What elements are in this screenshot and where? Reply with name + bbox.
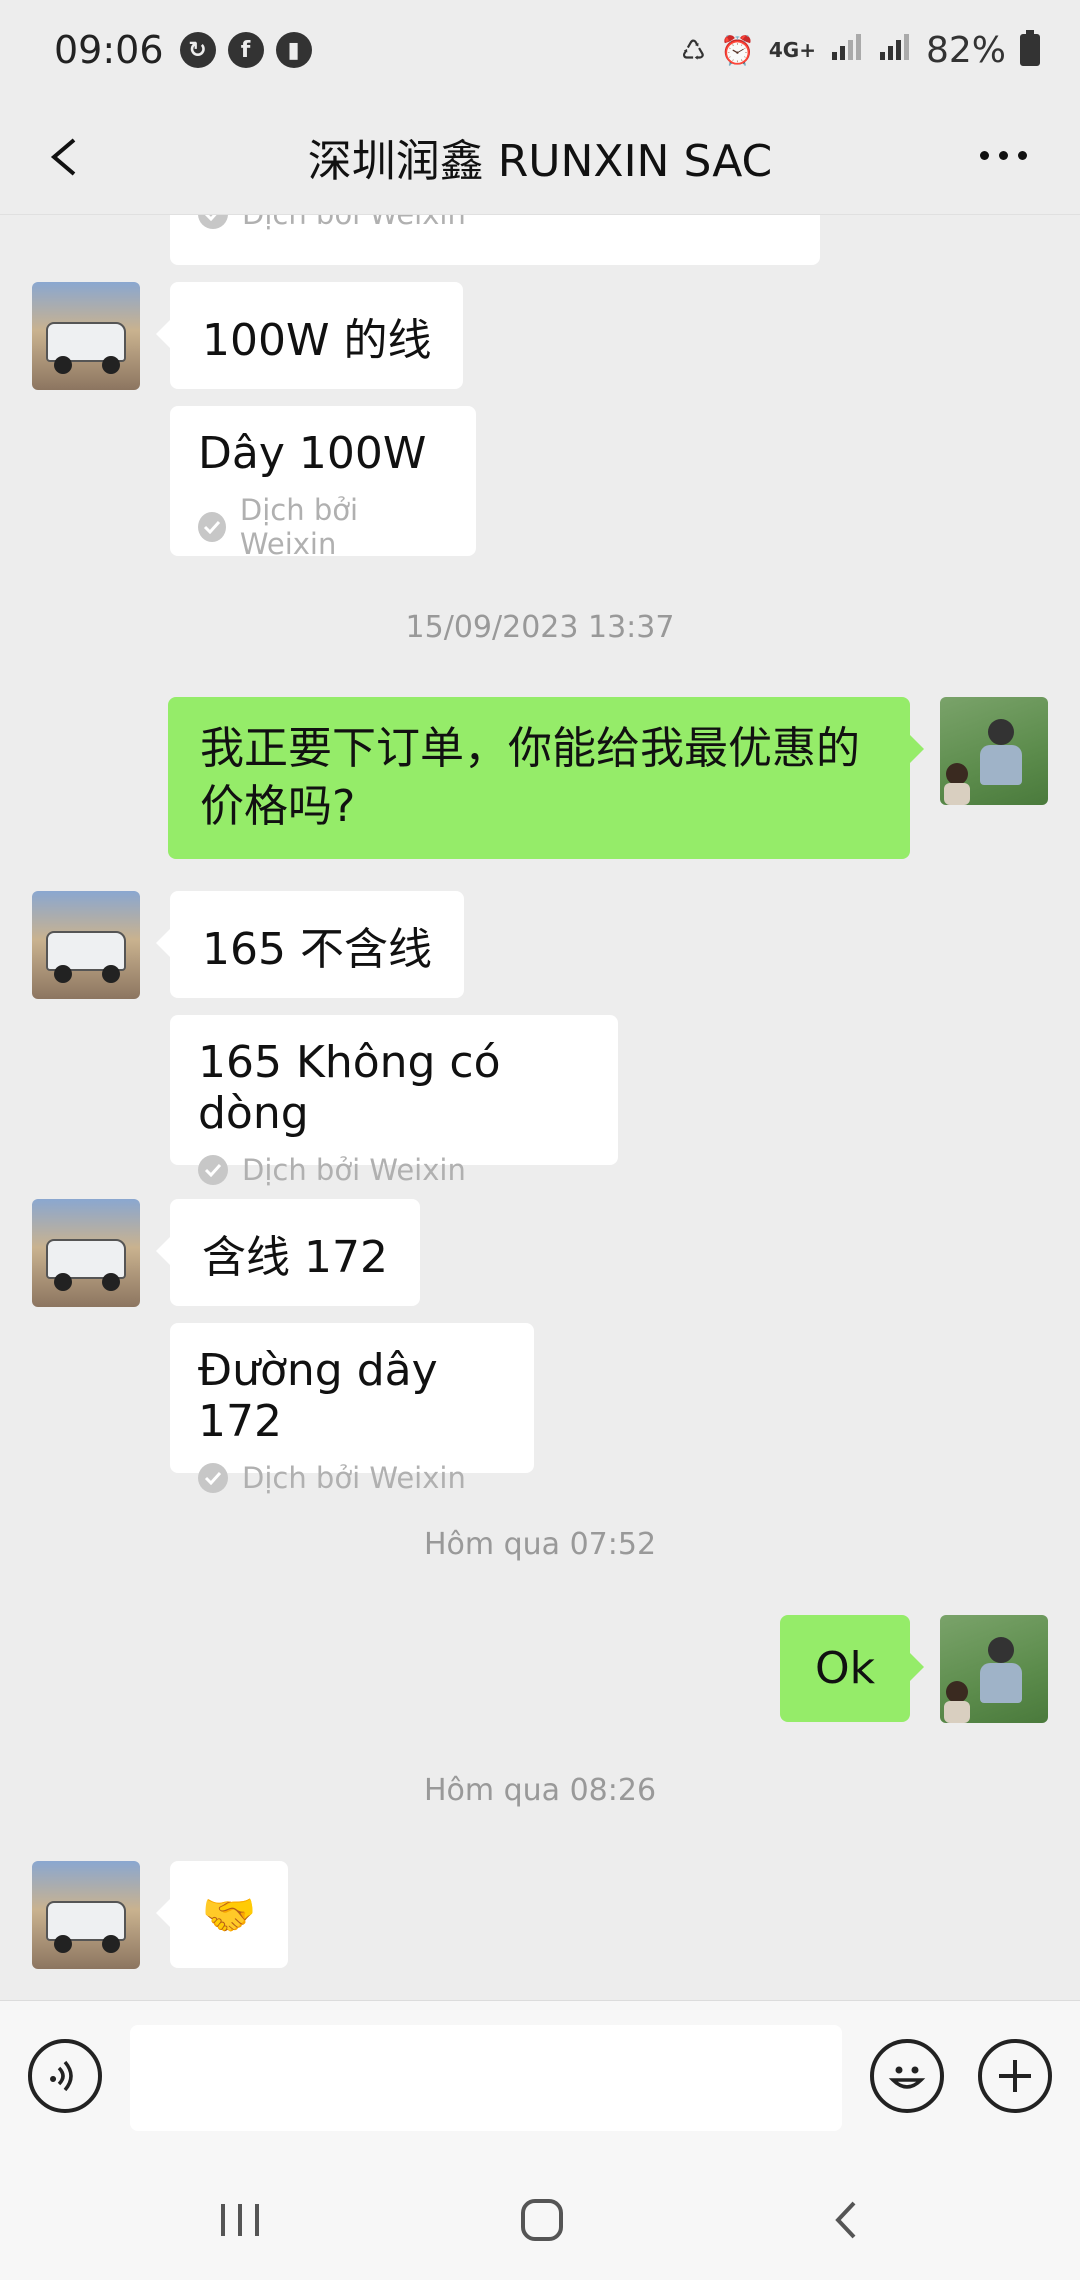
home-icon [521, 2199, 563, 2241]
more-dots-icon [980, 150, 989, 160]
signal-icon [878, 32, 912, 69]
voice-button[interactable] [28, 2039, 102, 2113]
received-message[interactable]: 100W 的线 [155, 282, 464, 389]
check-icon [198, 512, 226, 542]
translation-card[interactable]: 165 Không có dòng Dịch bởi Weixin [170, 1015, 618, 1187]
timestamp: 15/09/2023 13:37 [405, 610, 675, 645]
chat-title: 深圳润鑫 RUNXIN SAC [307, 136, 773, 187]
system-back-button[interactable] [816, 2190, 876, 2250]
message-text: Ok [814, 1643, 876, 1694]
more-options-button[interactable] [980, 140, 1040, 170]
translation-label-text: Dịch bởi Weixin [242, 1153, 466, 1187]
contact-avatar[interactable] [32, 891, 140, 999]
received-message[interactable]: 165 不含线 [156, 891, 464, 998]
check-icon [198, 1463, 228, 1493]
message-text: 100W 的线 [202, 314, 432, 366]
translation-text: 165 Không có dòng [198, 1037, 501, 1139]
sync-icon: ↻ [179, 32, 216, 68]
back-icon [835, 2201, 856, 2239]
input-bar [0, 2000, 1080, 2150]
notification-icons: ↻ f ▮ [179, 32, 312, 68]
translation-card[interactable]: Đường dây 172 Dịch bởi Weixin [170, 1323, 534, 1495]
chevron-left-icon [50, 138, 76, 176]
system-nav-bar [0, 2150, 1080, 2280]
sent-message[interactable]: Ok [780, 1615, 924, 1722]
avatar-photo [980, 745, 1022, 785]
car-wheel [102, 1273, 120, 1291]
sent-message[interactable]: 我正要下订单，你能给我最优惠的价格吗? [168, 697, 924, 859]
translation-text: Đường dây 172 [198, 1345, 438, 1447]
recents-icon [221, 2204, 259, 2236]
translation-label-text: Dịch bởi Weixin [239, 493, 359, 561]
voice-icon [50, 2060, 73, 2092]
contact-avatar[interactable] [32, 282, 140, 390]
translation-text: Dây 100W [198, 428, 427, 479]
translation-card[interactable]: Dịch bởi Weixin [170, 215, 820, 265]
battery-saver-icon: ♺ [680, 33, 707, 67]
back-button[interactable] [36, 122, 96, 192]
car-wheel [102, 965, 120, 983]
check-icon [198, 215, 228, 229]
more-dots-icon [999, 150, 1008, 160]
avatar-photo [944, 1701, 970, 1723]
my-avatar[interactable] [940, 1615, 1048, 1723]
contact-avatar[interactable] [32, 1861, 140, 1969]
message-text: 我正要下订单，你能给我最优惠的价格吗? [200, 723, 860, 832]
timestamp: Hôm qua 07:52 [423, 1527, 657, 1562]
system-status: ♺ ⏰ 4G+ 82% [681, 30, 1040, 71]
timestamp: Hôm qua 08:26 [423, 1773, 657, 1808]
recent-apps-button[interactable] [210, 2190, 270, 2250]
translation-label: Dịch bởi Weixin [198, 1153, 590, 1187]
more-features-button[interactable] [978, 2039, 1052, 2113]
battery-icon [1020, 30, 1040, 66]
signal-icon [830, 32, 864, 69]
translation-label: Dịch bởi Weixin [198, 493, 448, 561]
avatar-photo [946, 763, 968, 785]
translation-label: Dịch bởi Weixin [198, 215, 792, 231]
car-wheel [102, 356, 120, 374]
car-wheel [54, 1273, 72, 1291]
translation-label: Dịch bởi Weixin [198, 1461, 506, 1495]
received-message[interactable]: 含线 172 [156, 1199, 420, 1306]
avatar-photo [980, 1663, 1022, 1703]
check-icon [198, 1155, 228, 1185]
status-bar: 09:06 ↻ f ▮ ♺ ⏰ 4G+ 82% [0, 0, 1080, 100]
network-type: 4G+ [768, 38, 816, 62]
avatar-photo [944, 783, 970, 805]
home-button[interactable] [512, 2190, 572, 2250]
avatar-photo [988, 719, 1014, 745]
plus-icon [999, 2060, 1031, 2092]
car-wheel [54, 1935, 72, 1953]
status-time: 09:06 [54, 28, 164, 72]
emoji-button[interactable] [870, 2039, 944, 2113]
avatar-photo [988, 1637, 1014, 1663]
translation-label-text: Dịch bởi Weixin [242, 215, 466, 231]
message-text: 含线 172 [202, 1231, 388, 1283]
more-dots-icon [1018, 150, 1027, 160]
car-wheel [102, 1935, 120, 1953]
my-avatar[interactable] [940, 697, 1048, 805]
message-list[interactable]: Dịch bởi Weixin 100W 的线 Dây 100W Dịch bở… [0, 215, 1080, 2000]
car-wheel [54, 356, 72, 374]
chat-header: 深圳润鑫 RUNXIN SAC [0, 100, 1080, 215]
smiley-icon [888, 2066, 926, 2089]
facebook-icon: f [227, 32, 264, 68]
translation-label-text: Dịch bởi Weixin [242, 1461, 466, 1495]
message-input[interactable] [130, 2025, 842, 2131]
car-wheel [54, 965, 72, 983]
battery-percent: 82% [925, 29, 1006, 71]
handshake-emoji: 🤝 [201, 1889, 257, 1941]
alarm-icon: ⏰ [720, 33, 755, 67]
avatar-photo [946, 1681, 968, 1703]
translation-card[interactable]: Dây 100W Dịch bởi Weixin [170, 406, 476, 561]
contact-avatar[interactable] [32, 1199, 140, 1307]
received-message[interactable]: 🤝 [156, 1861, 288, 1968]
sound-icon: ▮ [275, 32, 312, 68]
message-text: 165 不含线 [202, 923, 432, 975]
